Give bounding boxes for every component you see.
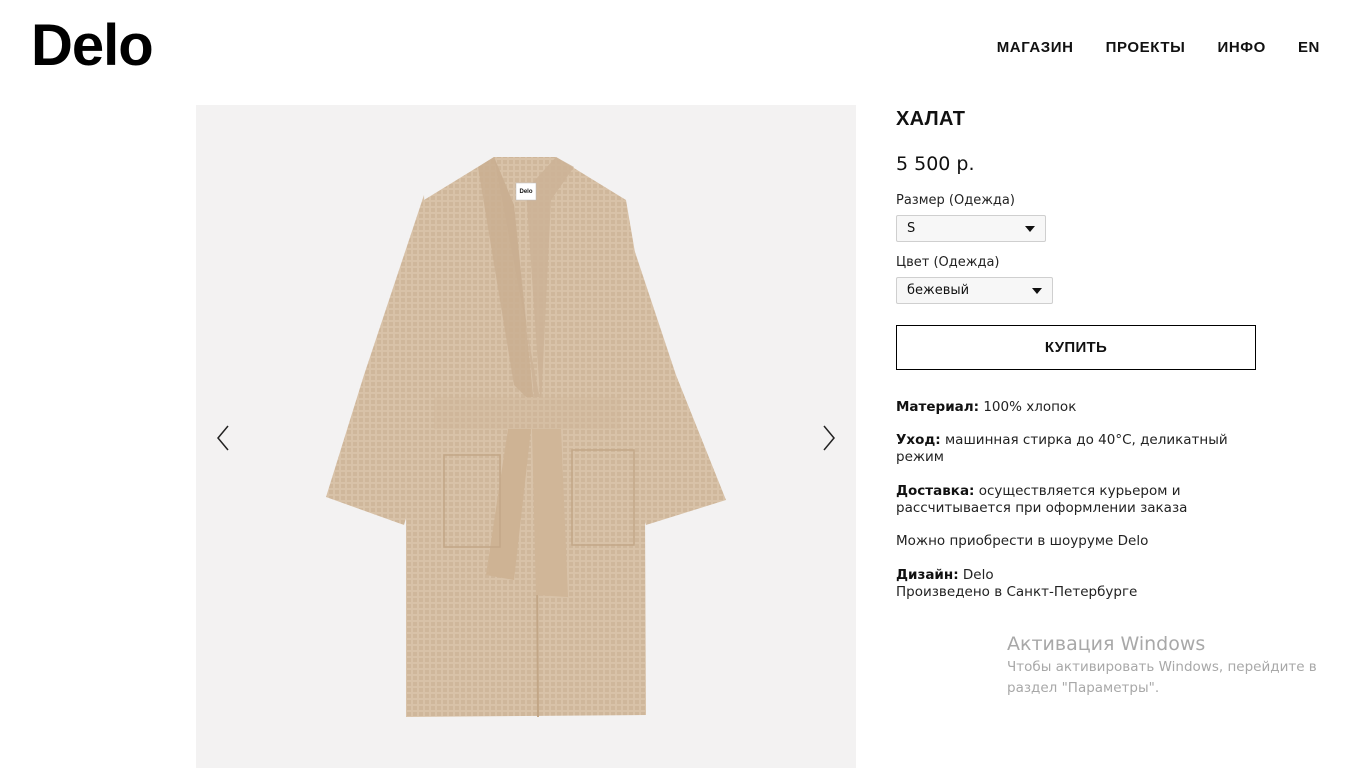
design-info: Дизайн: Delo Произведено в Санкт-Петербу… — [896, 567, 1256, 601]
chevron-right-icon — [823, 425, 835, 451]
product-image: Delo — [326, 157, 726, 718]
product-label-text: Delo — [519, 189, 532, 195]
watermark-line-1: Чтобы активировать Windows, перейдите в — [1007, 659, 1317, 675]
material-info: Материал: 100% хлопок — [896, 399, 1256, 416]
color-select-value: бежевый — [907, 283, 970, 298]
nav-item-shop[interactable]: МАГАЗИН — [997, 39, 1074, 56]
watermark-line-2: раздел "Параметры". — [1007, 680, 1160, 696]
design-value: Delo — [958, 567, 994, 583]
gallery-prev-button[interactable] — [210, 423, 236, 453]
caret-down-icon — [1025, 226, 1035, 232]
care-info: Уход: машинная стирка до 40°C, деликатны… — [896, 432, 1256, 466]
main-nav: МАГАЗИН ПРОЕКТЫ ИНФО EN — [997, 39, 1320, 56]
delivery-info: Доставка: осуществляется курьером и расс… — [896, 483, 1256, 517]
nav-item-language[interactable]: EN — [1298, 39, 1320, 56]
caret-down-icon — [1032, 288, 1042, 294]
size-select[interactable]: S — [896, 215, 1046, 242]
material-key: Материал: — [896, 399, 980, 415]
care-value: машинная стирка до 40°C, деликатный режи… — [896, 432, 1228, 465]
material-value: 100% хлопок — [979, 399, 1077, 415]
watermark-subtitle: Чтобы активировать Windows, перейдите в … — [1007, 657, 1327, 699]
design-key: Дизайн: — [896, 567, 959, 583]
color-select[interactable]: бежевый — [896, 277, 1053, 304]
gallery-next-button[interactable] — [816, 423, 842, 453]
nav-item-info[interactable]: ИНФО — [1217, 39, 1265, 56]
product-title: ХАЛАТ — [896, 108, 966, 130]
showroom-info: Можно приобрести в шоуруме Delo — [896, 533, 1149, 549]
delivery-key: Доставка: — [896, 483, 975, 499]
made-in: Произведено в Санкт-Петербурге — [896, 584, 1138, 600]
watermark-title: Активация Windows — [1007, 633, 1206, 655]
size-label: Размер (Одежда) — [896, 193, 1015, 208]
size-select-value: S — [907, 221, 916, 236]
chevron-left-icon — [217, 425, 229, 451]
care-key: Уход: — [896, 432, 941, 448]
windows-activation-watermark: Активация Windows Чтобы активировать Win… — [1007, 633, 1327, 699]
product-gallery: Delo — [196, 105, 856, 768]
product-panel: ХАЛАТ 5 500 р. Размер (Одежда) S Цвет (О… — [896, 108, 1296, 600]
page: Delo МАГАЗИН ПРОЕКТЫ ИНФО EN Delo ХАЛАТ … — [0, 0, 1347, 768]
nav-item-projects[interactable]: ПРОЕКТЫ — [1106, 39, 1186, 56]
color-label: Цвет (Одежда) — [896, 255, 1000, 270]
logo[interactable]: Delo — [31, 14, 154, 78]
buy-button[interactable]: КУПИТЬ — [896, 325, 1256, 370]
product-price: 5 500 р. — [896, 153, 975, 175]
